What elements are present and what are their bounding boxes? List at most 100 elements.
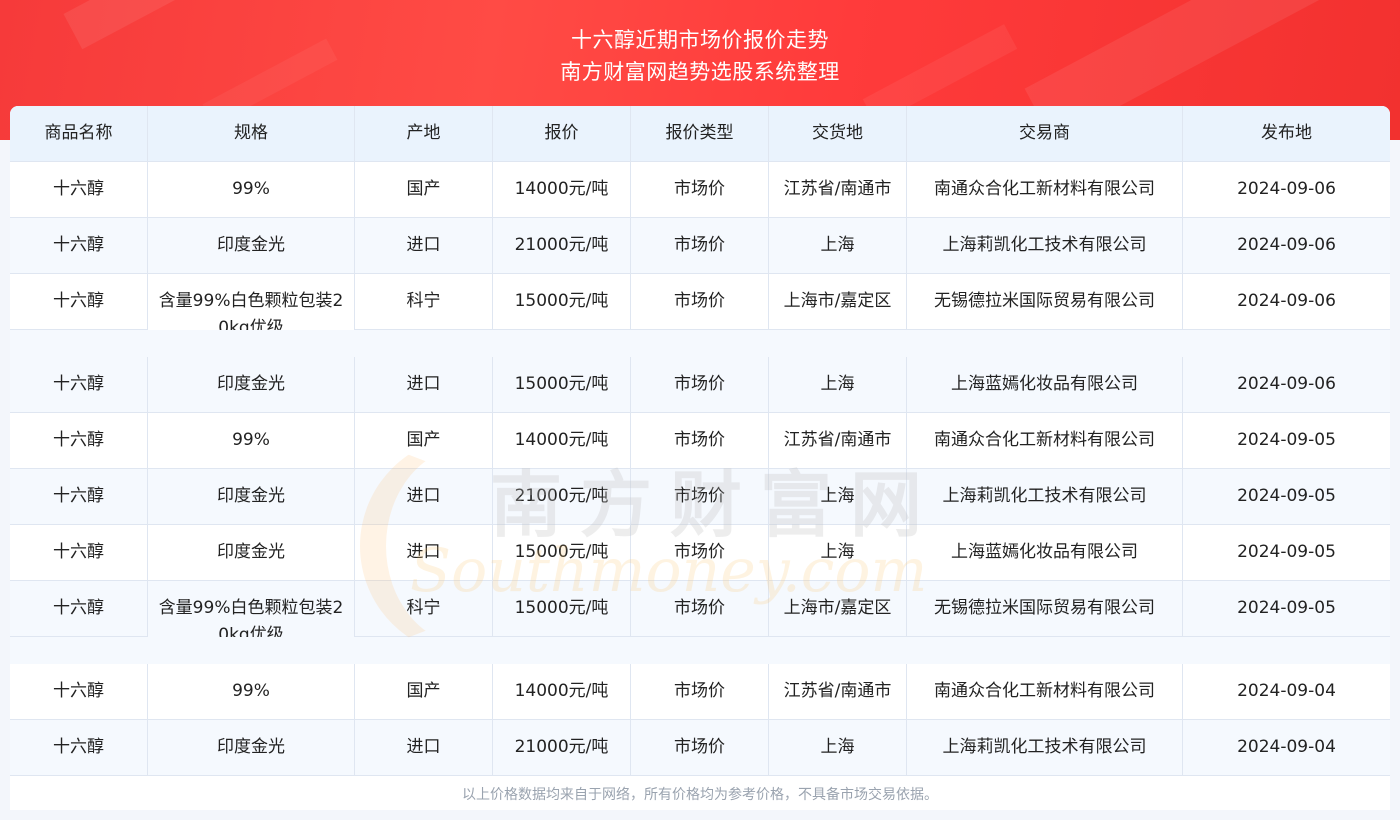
column-header: 发布地 bbox=[1183, 106, 1390, 162]
table-cell: 无锡德拉米国际贸易有限公司 bbox=[907, 581, 1183, 637]
table-row: 十六醇 印度金光 进口 15000元/吨 市场价 上海 上海蓝嫣化妆品有限公司 2024-09… bbox=[10, 357, 1390, 413]
table-cell: 十六醇 bbox=[10, 357, 148, 413]
table-cell: 15000元/吨 bbox=[493, 581, 631, 637]
table-row: 十六醇 印度金光 进口 21000元/吨 市场价 上海 上海莉凯化工技术有限公司 2024-0… bbox=[10, 218, 1390, 274]
table-cell: 2024-09-06 bbox=[1183, 218, 1390, 274]
table-cell: 印度金光 bbox=[148, 720, 355, 776]
table-row: 十六醇 99% 国产 14000元/吨 市场价 江苏省/南通市 南通众合化工新材料有限公司 2… bbox=[10, 664, 1390, 720]
table-cell: 2024-09-06 bbox=[1183, 274, 1390, 330]
table-cell: 十六醇 bbox=[10, 720, 148, 776]
table-cell: 市场价 bbox=[631, 720, 769, 776]
table-cell: 进口 bbox=[355, 357, 493, 413]
column-header: 规格 bbox=[148, 106, 355, 162]
table-cell: 十六醇 bbox=[10, 664, 148, 720]
column-header: 报价类型 bbox=[631, 106, 769, 162]
table-row: 十六醇 印度金光 进口 21000元/吨 市场价 上海 上海莉凯化工技术有限公司 2024-0… bbox=[10, 469, 1390, 525]
table-cell: 国产 bbox=[355, 664, 493, 720]
table-row: 十六醇 99% 国产 14000元/吨 市场价 江苏省/南通市 南通众合化工新材料有限公司 2… bbox=[10, 162, 1390, 218]
table-cell: 科宁 bbox=[355, 274, 493, 330]
table-cell: 南通众合化工新材料有限公司 bbox=[907, 413, 1183, 469]
table-cell: 21000元/吨 bbox=[493, 469, 631, 525]
table-cell: 2024-09-05 bbox=[1183, 581, 1390, 637]
table-cell: 进口 bbox=[355, 525, 493, 581]
table-cell: 进口 bbox=[355, 469, 493, 525]
table-cell: 99% bbox=[148, 413, 355, 469]
page-title: 十六醇近期市场价报价走势 bbox=[571, 28, 829, 52]
table-cell: 印度金光 bbox=[148, 357, 355, 413]
table-cell: 市场价 bbox=[631, 469, 769, 525]
table-row: 十六醇 印度金光 进口 21000元/吨 市场价 上海 上海莉凯化工技术有限公司 2024-0… bbox=[10, 720, 1390, 776]
table-cell: 市场价 bbox=[631, 162, 769, 218]
table-cell: 15000元/吨 bbox=[493, 274, 631, 330]
table-cell: 市场价 bbox=[631, 274, 769, 330]
table-cell: 进口 bbox=[355, 720, 493, 776]
table-cell: 国产 bbox=[355, 162, 493, 218]
table-cell: 江苏省/南通市 bbox=[769, 413, 907, 469]
table-cell: 2024-09-05 bbox=[1183, 413, 1390, 469]
table-cell: 上海莉凯化工技术有限公司 bbox=[907, 469, 1183, 525]
table-cell: 国产 bbox=[355, 413, 493, 469]
table-cell: 上海市/嘉定区 bbox=[769, 274, 907, 330]
table-cell: 十六醇 bbox=[10, 162, 148, 218]
row-spacer bbox=[10, 330, 1390, 357]
table-cell: 江苏省/南通市 bbox=[769, 664, 907, 720]
table-cell: 99% bbox=[148, 162, 355, 218]
table-cell: 上海蓝嫣化妆品有限公司 bbox=[907, 525, 1183, 581]
table-row: 十六醇 含量99%白色颗粒包装20kg优级 科宁 15000元/吨 市场价 上海市/嘉定区… bbox=[10, 274, 1390, 357]
table-cell: 2024-09-04 bbox=[1183, 664, 1390, 720]
column-header: 报价 bbox=[493, 106, 631, 162]
table-cell: 上海 bbox=[769, 357, 907, 413]
table-cell: 市场价 bbox=[631, 218, 769, 274]
table-row: 十六醇 99% 国产 14000元/吨 市场价 江苏省/南通市 南通众合化工新材料有限公司 2… bbox=[10, 413, 1390, 469]
table-cell: 21000元/吨 bbox=[493, 720, 631, 776]
table-cell: 上海蓝嫣化妆品有限公司 bbox=[907, 357, 1183, 413]
table-cell: 科宁 bbox=[355, 581, 493, 637]
table-cell: 十六醇 bbox=[10, 469, 148, 525]
table-cell: 无锡德拉米国际贸易有限公司 bbox=[907, 274, 1183, 330]
table-cell: 15000元/吨 bbox=[493, 525, 631, 581]
table-cell: 2024-09-06 bbox=[1183, 162, 1390, 218]
table-cell: 南通众合化工新材料有限公司 bbox=[907, 664, 1183, 720]
table-cell: 2024-09-05 bbox=[1183, 469, 1390, 525]
table-cell: 江苏省/南通市 bbox=[769, 162, 907, 218]
table-header-row: 商品名称 规格 产地 报价 报价类型 交货地 交易商 发布地 bbox=[10, 106, 1390, 162]
table-cell: 2024-09-04 bbox=[1183, 720, 1390, 776]
table-cell: 14000元/吨 bbox=[493, 664, 631, 720]
row-spacer bbox=[10, 637, 1390, 664]
table-row: 十六醇 印度金光 进口 15000元/吨 市场价 上海 上海蓝嫣化妆品有限公司 2024-09… bbox=[10, 525, 1390, 581]
column-header: 交易商 bbox=[907, 106, 1183, 162]
table-cell: 十六醇 bbox=[10, 413, 148, 469]
table-cell: 上海 bbox=[769, 218, 907, 274]
price-table-card: 商品名称 规格 产地 报价 报价类型 交货地 交易商 发布地 十六醇 99% 国产 14000元/吨市… bbox=[10, 106, 1390, 810]
table-cell: 十六醇 bbox=[10, 581, 148, 637]
table-cell: 市场价 bbox=[631, 525, 769, 581]
table-cell: 市场价 bbox=[631, 357, 769, 413]
table-cell: 21000元/吨 bbox=[493, 218, 631, 274]
table-cell: 十六醇 bbox=[10, 218, 148, 274]
table-cell: 2024-09-06 bbox=[1183, 357, 1390, 413]
table-cell: 14000元/吨 bbox=[493, 162, 631, 218]
table-cell: 14000元/吨 bbox=[493, 413, 631, 469]
disclaimer-text: 以上价格数据均来自于网络，所有价格均为参考价格，不具备市场交易依据。 bbox=[462, 787, 938, 803]
table-cell: 十六醇 bbox=[10, 525, 148, 581]
column-header: 产地 bbox=[355, 106, 493, 162]
table-cell: 十六醇 bbox=[10, 274, 148, 330]
table-cell: 上海 bbox=[769, 525, 907, 581]
table-row: 十六醇 含量99%白色颗粒包装20kg优级 科宁 15000元/吨 市场价 上海市/嘉定区… bbox=[10, 581, 1390, 664]
column-header: 商品名称 bbox=[10, 106, 148, 162]
table-cell: 印度金光 bbox=[148, 525, 355, 581]
table-cell: 上海 bbox=[769, 720, 907, 776]
page-subtitle: 南方财富网趋势选股系统整理 bbox=[560, 60, 840, 84]
table-cell: 市场价 bbox=[631, 413, 769, 469]
column-header: 交货地 bbox=[769, 106, 907, 162]
table-cell: 上海莉凯化工技术有限公司 bbox=[907, 218, 1183, 274]
table-cell: 上海莉凯化工技术有限公司 bbox=[907, 720, 1183, 776]
table-cell: 市场价 bbox=[631, 664, 769, 720]
table-cell: 上海 bbox=[769, 469, 907, 525]
table-cell: 印度金光 bbox=[148, 469, 355, 525]
table-cell: 印度金光 bbox=[148, 218, 355, 274]
table-cell: 15000元/吨 bbox=[493, 357, 631, 413]
table-cell: 2024-09-05 bbox=[1183, 525, 1390, 581]
table-cell: 99% bbox=[148, 664, 355, 720]
table-cell: 南通众合化工新材料有限公司 bbox=[907, 162, 1183, 218]
